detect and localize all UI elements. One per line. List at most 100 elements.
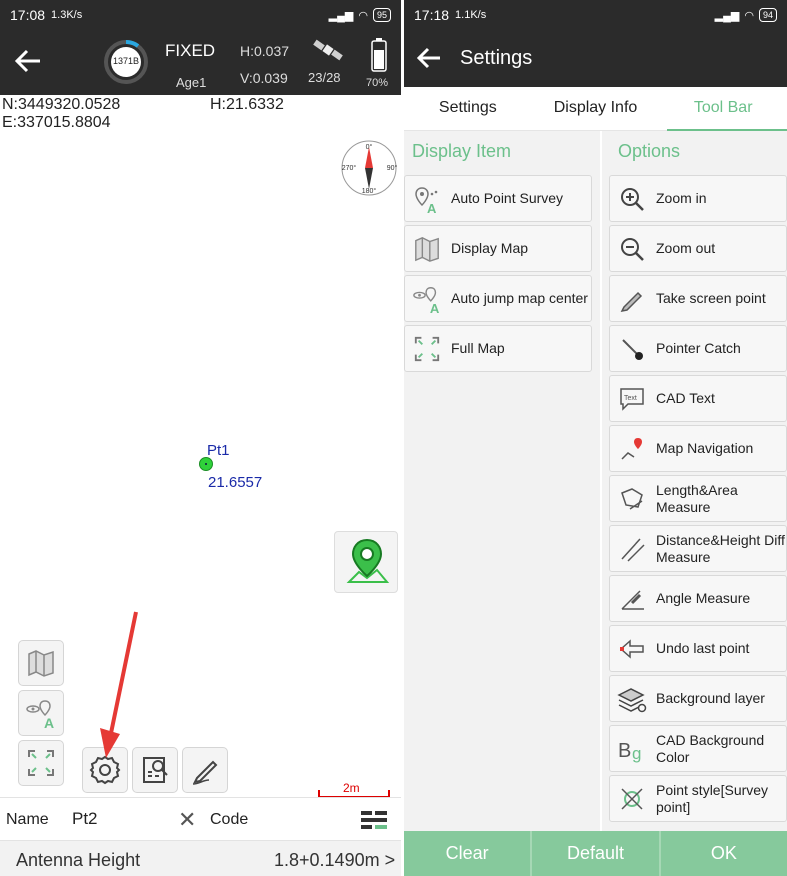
status-time: 17:08 [10,7,46,23]
status-bar: 17:08 1.3K/s ▂▄▆ ◠ 95 [0,0,401,30]
signal-icon: ▂▄▆ [328,9,354,22]
list-item-label: Zoom in [656,190,707,206]
pointer-icon [616,333,648,365]
back-arrow-icon[interactable] [14,48,42,74]
display-item-list: A Auto Point Survey Display Map A Auto j… [404,175,592,375]
signal-icon: ▂▄▆ [714,9,740,22]
clear-name-icon[interactable]: ✕ [178,807,196,833]
option-pointer-catch[interactable]: Pointer Catch [609,325,787,372]
full-map-button[interactable] [18,740,64,786]
list-item-label: Full Map [451,340,505,356]
survey-header: 1371B FIXED Age1 H:0.037 V:0.039 23/28 7… [0,30,401,95]
display-item-display-map[interactable]: Display Map [404,225,592,272]
display-map-button[interactable] [18,640,64,686]
layers-icon [616,683,648,715]
option-length-area-measure[interactable]: Length&Area Measure [609,475,787,522]
distance-measure-icon [616,533,648,565]
bg-color-icon: Bg [616,733,648,765]
wifi-icon: ◠ [358,9,368,22]
option-angle-measure[interactable]: Angle Measure [609,575,787,622]
coordinate-readout: N:3449320.0528 H:21.6332 E:337015.8804 [0,95,401,135]
action-bar: Clear Default OK [404,831,787,876]
antenna-height-value: 1.8+0.1490m > [274,850,396,870]
battery-level-icon [371,38,387,72]
undo-icon [616,633,648,665]
name-input[interactable]: Pt2 [72,809,98,829]
back-arrow-icon[interactable] [416,47,442,69]
map-canvas[interactable]: 0° 90° 270° 180° Pt1 21.6557 A 2m [0,135,401,798]
station-id: 1371B [112,56,140,66]
survey-point-marker[interactable] [199,457,213,471]
option-background-layer[interactable]: Background layer [609,675,787,722]
svg-text:g: g [632,744,641,763]
height-coordinate: H:21.6332 [210,96,284,113]
north-coordinate: N:3449320.0528 [2,96,121,113]
ok-button[interactable]: OK [660,831,787,876]
age: Age1 [176,75,207,90]
default-button[interactable]: Default [532,831,661,876]
location-button[interactable] [334,531,398,593]
svg-text:Text: Text [624,395,637,402]
list-item-label: Background layer [656,690,765,706]
option-zoom-out[interactable]: Zoom out [609,225,787,272]
take-screen-point-button[interactable] [182,747,228,793]
display-item-full-map[interactable]: Full Map [404,325,592,372]
status-time: 17:18 [414,7,450,23]
receiver-battery: 70% [366,77,389,89]
battery-icon: 94 [758,8,777,22]
tab-display-info[interactable]: Display Info [532,87,660,130]
option-undo-last-point[interactable]: Undo last point [609,625,787,672]
auto-jump-icon: A [26,700,54,729]
antenna-height-row[interactable]: Antenna Height 1.8+0.1490m > [0,841,401,876]
option-take-screen-point[interactable]: Take screen point [609,275,787,322]
list-item-label: Map Navigation [656,440,754,456]
list-item-label: Angle Measure [656,590,751,606]
auto-jump-icon: A [411,283,443,315]
option-map-navigation[interactable]: Map Navigation [609,425,787,472]
auto-jump-button[interactable]: A [18,690,64,736]
tab-tool-bar[interactable]: Tool Bar [659,87,787,131]
list-item-label: Display Map [451,240,529,256]
tab-bar: Settings Display Info Tool Bar [404,87,787,131]
scale-label: 2m [343,781,360,795]
list-item-label: Auto Point Survey [451,190,564,206]
status-speed: 1.3K/s [51,9,83,21]
list-item-label: Distance&Height Diff Measure [656,531,785,565]
options-list: Zoom in Zoom out Take screen point Point… [609,175,787,825]
list-item-label: Pointer Catch [656,340,741,356]
display-item-header: Display Item [412,141,512,161]
code-list-icon[interactable] [360,808,388,832]
option-point-style[interactable]: Point style[Survey point] [609,775,787,822]
point-style-icon [616,783,648,815]
tab-settings[interactable]: Settings [404,87,532,130]
clear-button[interactable]: Clear [404,831,533,876]
point-name-row: Name Pt2 ✕ Code [0,797,401,841]
option-cad-text[interactable]: Text CAD Text [609,375,787,422]
map-icon [411,233,443,265]
satellite-icon[interactable] [312,38,346,68]
location-pin-icon [346,538,390,583]
area-measure-icon [616,483,648,515]
compass-west: 270° [342,164,357,172]
v-precision: V:0.039 [240,70,288,86]
display-item-auto-jump[interactable]: A Auto jump map center [404,275,592,322]
point-name-label: Pt1 [207,442,230,459]
point-library-icon [143,757,168,783]
zoom-in-icon [616,183,648,215]
list-item-label: Take screen point [656,290,766,306]
page-title: Settings [460,47,533,69]
zoom-out-icon [616,233,648,265]
compass-icon[interactable]: 0° 90° 270° 180° [340,139,398,197]
full-map-icon [411,333,443,365]
satellite-count: 23/28 [308,70,341,85]
status-speed: 1.1K/s [455,9,487,21]
wifi-icon: ◠ [744,9,754,22]
point-height-label: 21.6557 [208,474,263,491]
annotation-arrow [100,611,138,758]
list-item-label: Zoom out [656,240,716,256]
option-cad-background-color[interactable]: Bg CAD Background Color [609,725,787,772]
option-zoom-in[interactable]: Zoom in [609,175,787,222]
display-item-auto-point-survey[interactable]: A Auto Point Survey [404,175,592,222]
svg-text:A: A [430,301,440,314]
option-distance-height-measure[interactable]: Distance&Height Diff Measure [609,525,787,572]
